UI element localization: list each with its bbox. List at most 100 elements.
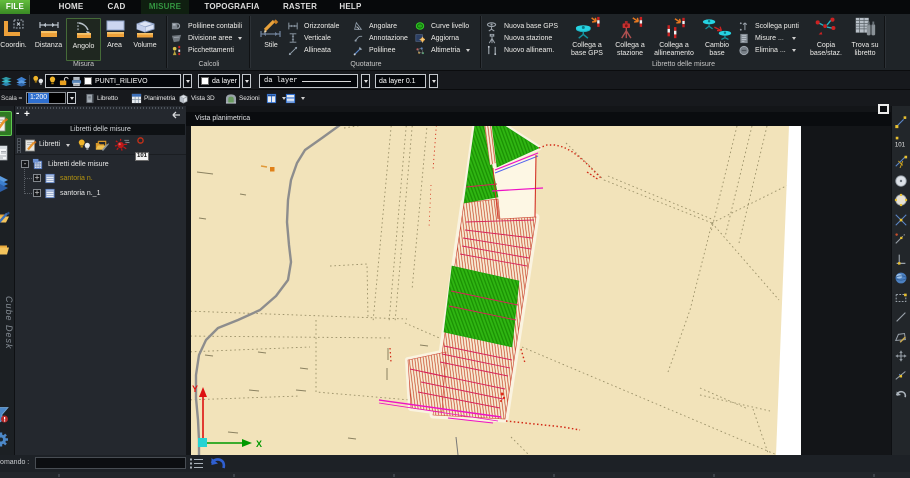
layer-dropdown-button[interactable] xyxy=(183,74,192,88)
misure-button[interactable]: Misure ... xyxy=(738,32,799,44)
drawing-canvas[interactable]: Y X xyxy=(186,126,891,455)
linetype-select[interactable]: da layer xyxy=(259,74,358,88)
altimetria-button[interactable]: Altimetria xyxy=(415,45,470,57)
tree-root-expander[interactable]: - xyxy=(21,160,29,168)
viewport-maximize-button[interactable] xyxy=(878,104,889,114)
folders-edit-icon[interactable] xyxy=(95,139,109,152)
tab-raster[interactable]: RASTER xyxy=(272,0,328,14)
layers-teal-icon[interactable] xyxy=(0,75,13,87)
quota-allineata-button[interactable]: Allineata xyxy=(288,45,339,57)
tree-santoria-1-expander[interactable]: + xyxy=(33,189,41,197)
layer-plot-icon[interactable] xyxy=(71,76,82,87)
snap-endpoint-button[interactable] xyxy=(894,115,908,129)
snap-rectangle-button[interactable] xyxy=(894,291,908,305)
tree-item-santoria[interactable]: + santoria n. xyxy=(33,171,93,185)
form-tool-button[interactable] xyxy=(0,140,12,165)
snap-nearest-button[interactable] xyxy=(894,368,908,382)
picchettamenti-button[interactable]: Picchettamenti xyxy=(171,45,242,57)
layers-tool-button[interactable] xyxy=(0,170,12,198)
layer-on-bulb-icon[interactable] xyxy=(48,76,57,87)
snap-quadrant-button[interactable] xyxy=(894,193,908,207)
color-select[interactable]: da layer xyxy=(198,74,240,88)
aggiorna-button[interactable]: Aggiorna xyxy=(415,32,470,44)
filter-tool-button[interactable] xyxy=(0,402,12,427)
libretti-notebook-icon[interactable] xyxy=(24,138,37,153)
undo-view-button[interactable] xyxy=(894,388,908,402)
lineweight-dropdown-button[interactable] xyxy=(429,74,438,88)
scale-dropdown-button[interactable] xyxy=(67,92,76,104)
coordin-button[interactable]: Coordin. xyxy=(0,18,30,50)
distanza-button[interactable]: Distanza xyxy=(32,18,65,50)
command-input[interactable] xyxy=(35,457,186,469)
altimetria-dropdown-icon[interactable] xyxy=(466,49,470,52)
panel-expand-button[interactable]: + xyxy=(24,109,30,120)
drawing-viewport[interactable]: Vista planimetrica xyxy=(186,106,891,455)
purge-points-icon[interactable] xyxy=(114,138,130,153)
collega-stazione-button[interactable]: Collega a stazione xyxy=(612,18,648,58)
notes-tool-button[interactable] xyxy=(0,111,12,136)
snap-perpendicular-button[interactable] xyxy=(894,252,908,266)
quota-verticale-button[interactable]: Verticale xyxy=(288,32,339,44)
edit-polygon-button[interactable] xyxy=(894,330,908,344)
tree-root-row[interactable]: - Libretti delle misure xyxy=(21,157,109,171)
trova-su-libretto-button[interactable]: Trova su libretto xyxy=(848,18,882,58)
command-history-icon[interactable] xyxy=(189,457,204,470)
panel-grip[interactable] xyxy=(17,107,184,109)
stile-button[interactable]: Stile xyxy=(257,18,285,50)
snap-extension-button[interactable] xyxy=(894,232,908,246)
collega-base-gps-button[interactable]: Collega a base GPS xyxy=(568,18,606,58)
settings-tool-button[interactable] xyxy=(0,426,12,451)
show-101-button[interactable]: 101 xyxy=(135,137,149,162)
snap-midpoint-button[interactable] xyxy=(894,154,908,168)
rows-dropdown-icon[interactable] xyxy=(301,97,305,100)
tab-topografia[interactable]: TOPOGRAFIA xyxy=(192,0,272,14)
nuovo-allineamento-button[interactable]: Nuovo allineam. xyxy=(486,45,558,57)
tree-item-santoria-1[interactable]: + santoria n._1 xyxy=(33,186,100,200)
layer-color-swatch[interactable] xyxy=(84,77,92,85)
cambio-base-button[interactable]: Cambio base xyxy=(701,18,733,58)
divisione-aree-button[interactable]: Divisione aree xyxy=(171,32,242,44)
divisione-aree-dropdown-icon[interactable] xyxy=(238,37,242,40)
tab-cad[interactable]: CAD xyxy=(95,0,138,14)
color-dropdown-button[interactable] xyxy=(242,74,251,88)
layer-visibility-icon[interactable] xyxy=(32,75,45,87)
columns-view-button[interactable] xyxy=(266,92,286,104)
snap-intersection-button[interactable] xyxy=(894,213,908,227)
tab-help[interactable]: HELP xyxy=(328,0,373,14)
linetype-dropdown-button[interactable] xyxy=(361,74,370,88)
curve-livello-button[interactable]: Curve livello xyxy=(415,20,470,32)
panel-collapse-button[interactable]: - xyxy=(16,108,19,119)
layer-unlock-icon[interactable] xyxy=(59,76,69,86)
collega-allineamento-button[interactable]: Collega a allineamento xyxy=(652,18,696,58)
snap-101-button[interactable]: 101 xyxy=(894,135,908,149)
quota-annotazione-button[interactable]: Annotazione xyxy=(353,32,408,44)
tab-misure[interactable]: MISURE xyxy=(141,0,189,14)
nuova-base-gps-button[interactable]: Nuova base GPS xyxy=(486,20,558,32)
quota-orizzontale-button[interactable]: Orizzontale xyxy=(288,20,339,32)
angolo-button[interactable]: Angolo xyxy=(66,18,101,61)
planimetria-view-button[interactable]: Planimetria xyxy=(131,92,175,104)
undo-icon[interactable] xyxy=(208,456,227,471)
tab-file[interactable]: FILE xyxy=(0,0,30,14)
bulbs-visibility-icon[interactable] xyxy=(77,139,92,152)
misure-dropdown-icon[interactable] xyxy=(792,37,796,40)
copia-base-staz-button[interactable]: Copia base/staz. xyxy=(809,18,843,58)
elimina-button[interactable]: Elimina ... xyxy=(738,45,799,57)
scale-input[interactable]: 1:200 xyxy=(26,92,66,104)
quota-angolare-button[interactable]: Angolare xyxy=(353,20,408,32)
layer-select[interactable]: PUNTI_RILIEVO xyxy=(45,74,181,88)
tree-santoria-expander[interactable]: + xyxy=(33,174,41,182)
layers-blue-icon[interactable] xyxy=(15,75,28,87)
scollega-punti-button[interactable]: Scollega punti xyxy=(738,20,799,32)
lineweight-select[interactable]: da layer 0.1 xyxy=(375,74,426,88)
folder-tool-button[interactable] xyxy=(0,235,12,262)
vista-3d-view-button[interactable]: Vista 3D xyxy=(178,92,215,104)
libretti-toolbar-label[interactable]: Libretti xyxy=(39,141,60,148)
libretti-dropdown-icon[interactable] xyxy=(66,144,70,147)
volume-button[interactable]: Volume xyxy=(128,18,162,50)
snap-sphere-button[interactable] xyxy=(894,271,908,285)
panel-dock-left-icon[interactable] xyxy=(171,111,181,119)
nuova-stazione-button[interactable]: Nuova stazione xyxy=(486,32,558,44)
folder-edit-tool-button[interactable] xyxy=(0,203,12,230)
rows-view-button[interactable] xyxy=(285,92,305,104)
